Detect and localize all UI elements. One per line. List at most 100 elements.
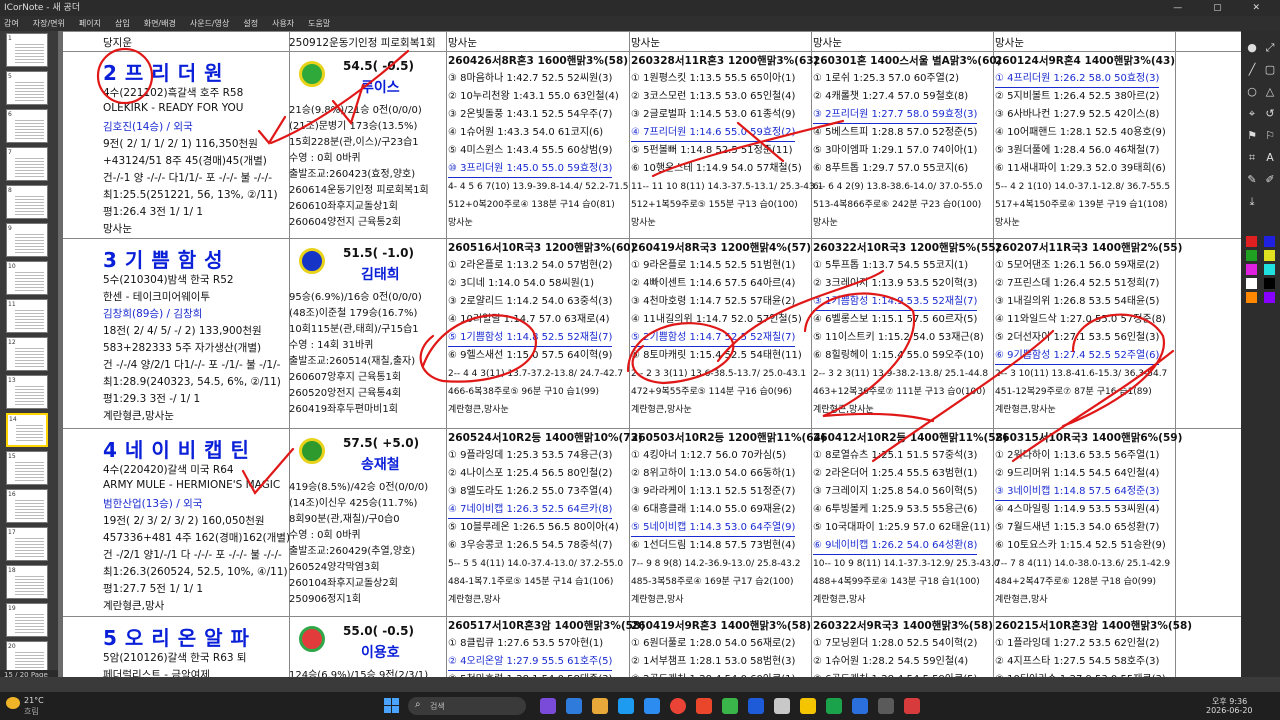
app-icon-1[interactable] (540, 698, 556, 714)
tool-icon[interactable]: A (1263, 151, 1277, 165)
page-thumbnail-number: 18 (8, 567, 16, 574)
race-result-highlight: ⑤ 2기쁨함성 1:14.7 52.5 52재칠(7) (631, 330, 796, 347)
color-swatch[interactable] (1246, 292, 1257, 303)
page-thumbnail-preview (15, 384, 44, 405)
page-thumbnail[interactable]: 6 (6, 109, 48, 143)
page-thumbnail[interactable]: 5 (6, 71, 48, 105)
page-thumbnail[interactable]: 18 (6, 565, 48, 599)
kakao-icon[interactable] (800, 698, 816, 714)
file-explorer-icon[interactable] (592, 698, 608, 714)
page-thumbnail[interactable]: 17 (6, 527, 48, 561)
app-icon-4[interactable] (696, 698, 712, 714)
page-thumbnail[interactable]: 19 (6, 603, 48, 637)
page-thumbnail-number: 19 (8, 605, 16, 612)
page-thumbnail-number: 17 (8, 529, 16, 536)
page-thumbnail[interactable]: 10 (6, 261, 48, 295)
weather-icon[interactable] (6, 697, 20, 709)
app-icon-6[interactable] (748, 698, 764, 714)
race-result-row: 계란형큰,망사 (813, 595, 866, 605)
race-result-row: ① 5투프톱 1:13.7 54.5 55코지(1) (813, 260, 969, 271)
menu-item[interactable]: 사용자 (272, 16, 294, 31)
page-thumbnail[interactable]: 9 (6, 223, 48, 257)
app-icon-5[interactable] (722, 698, 738, 714)
tool-icon[interactable]: ⤢ (1263, 41, 1277, 55)
page-thumbnail[interactable]: 12 (6, 337, 48, 371)
windows-start-icon[interactable] (384, 698, 400, 714)
app-icon-3[interactable] (644, 698, 660, 714)
menu-item[interactable]: 자장/면위 (33, 16, 65, 31)
menu-item[interactable]: 감여 (4, 16, 19, 31)
app-icon-9[interactable] (852, 698, 868, 714)
tool-icon[interactable]: ▢ (1263, 63, 1277, 77)
app-icon-11[interactable] (904, 698, 920, 714)
grid-vline (446, 31, 447, 677)
jockey-info-line: 수영 : 14회 31바퀴 (289, 340, 374, 351)
menu-item[interactable]: 설정 (243, 16, 258, 31)
tool-icon[interactable]: ○ (1245, 85, 1259, 99)
page-thumbnail[interactable]: 16 (6, 489, 48, 523)
page-thumbnail-number: 15 (8, 453, 16, 460)
tool-icon[interactable]: ↺ (1263, 107, 1277, 121)
menu-item[interactable]: 사운드/영상 (190, 16, 230, 31)
grid-hline (63, 238, 1241, 239)
color-swatch[interactable] (1246, 250, 1257, 261)
app-icon-8[interactable] (826, 698, 842, 714)
tool-icon[interactable]: △ (1263, 85, 1277, 99)
jockey-info-line: 260604양전지 근육통2회 (289, 217, 402, 228)
app-icon-2[interactable] (566, 698, 582, 714)
top-row-race-col: 망사눈 (995, 37, 1024, 49)
color-swatch[interactable] (1246, 264, 1257, 275)
jockey-name: 송재철 (361, 457, 400, 473)
color-swatch[interactable] (1264, 278, 1275, 289)
color-swatch[interactable] (1246, 236, 1257, 247)
edge-icon[interactable] (618, 698, 634, 714)
race-result-row: ③ 1내길의위 1:26.8 53.5 54태윤(5) (995, 296, 1160, 307)
tool-icon[interactable]: ⌖ (1245, 107, 1259, 121)
page-thumbnail[interactable]: 1 (6, 33, 48, 67)
jockey-info-line: 95승(6.9%)/16승 0전(0/0/0) (289, 292, 422, 303)
color-swatch[interactable] (1264, 250, 1275, 261)
horse-info-line: 평1:29.3 3전 -/ 1/ 1 (103, 393, 201, 405)
color-swatch[interactable] (1246, 278, 1257, 289)
page-thumbnail[interactable]: 11 (6, 299, 48, 333)
app-icon-10[interactable] (878, 698, 894, 714)
menu-item[interactable]: 화면/배경 (144, 16, 176, 31)
page-thumbnail[interactable]: 13 (6, 375, 48, 409)
tool-icon[interactable]: ✎ (1245, 173, 1259, 187)
page-thumbnail[interactable]: 8 (6, 185, 48, 219)
tool-icon[interactable]: ╱ (1245, 63, 1259, 77)
page-thumbnail-preview (15, 536, 44, 557)
horse-odds: 55.0( -0.5) (343, 624, 414, 638)
search-box[interactable]: ⌕ 검색 (408, 697, 526, 715)
page-thumbnail-number: 9 (8, 225, 12, 232)
tool-icon[interactable]: ⌗ (1245, 151, 1259, 165)
race-result-row: ③ 9라라케이 1:13.1 52.5 51정준(7) (631, 486, 796, 497)
window-controls[interactable]: — ▢ ✕ (1173, 0, 1274, 16)
color-swatch[interactable] (1264, 236, 1275, 247)
page-thumbnail-panel[interactable]: 1 5 6 7 8 9 10 11 12 13 14 15 16 17 18 19 20 (0, 31, 58, 677)
menu-item[interactable]: 삽입 (115, 16, 130, 31)
app-icon-7[interactable] (774, 698, 790, 714)
tool-icon[interactable]: ✐ (1263, 173, 1277, 187)
race-result-row: 451-12복29주로⑦ 87분 구16 습1(89) (995, 387, 1152, 397)
race-result-row: ⑤ 4미스윈스 1:43.4 55.5 60상범(9) (448, 145, 613, 156)
chrome-icon[interactable] (670, 698, 686, 714)
race-result-row: ② 1서부챔프 1:28.1 53.0 58범현(3) (631, 656, 796, 667)
page-thumbnail-preview (15, 498, 44, 519)
page-thumbnail[interactable]: 7 (6, 147, 48, 181)
grid-vline (811, 31, 812, 677)
page-thumbnail[interactable]: 15 (6, 451, 48, 485)
tool-icon[interactable]: ● (1245, 41, 1259, 55)
color-swatch[interactable] (1264, 292, 1275, 303)
page-thumbnail[interactable]: 14 (6, 413, 48, 447)
menu-item[interactable]: 페이지 (79, 16, 101, 31)
horse-odds: 54.5( -0.5) (343, 59, 414, 73)
page-thumbnail-number: 1 (8, 35, 12, 42)
note-page[interactable]: 당지운 250912운동기인정 피로회복1회 망사눈 망사눈 망사눈 망사눈 2프리더원 4수… (63, 31, 1241, 677)
tool-icon[interactable]: ⤓ (1245, 195, 1259, 209)
tool-icon[interactable]: ⚑ (1245, 129, 1259, 143)
menu-item[interactable]: 도움말 (308, 16, 330, 31)
race-result-row: ④ 5베스트피 1:28.8 57.0 52정준(5) (813, 127, 978, 138)
color-swatch[interactable] (1264, 264, 1275, 275)
tool-icon[interactable]: ⚐ (1263, 129, 1277, 143)
